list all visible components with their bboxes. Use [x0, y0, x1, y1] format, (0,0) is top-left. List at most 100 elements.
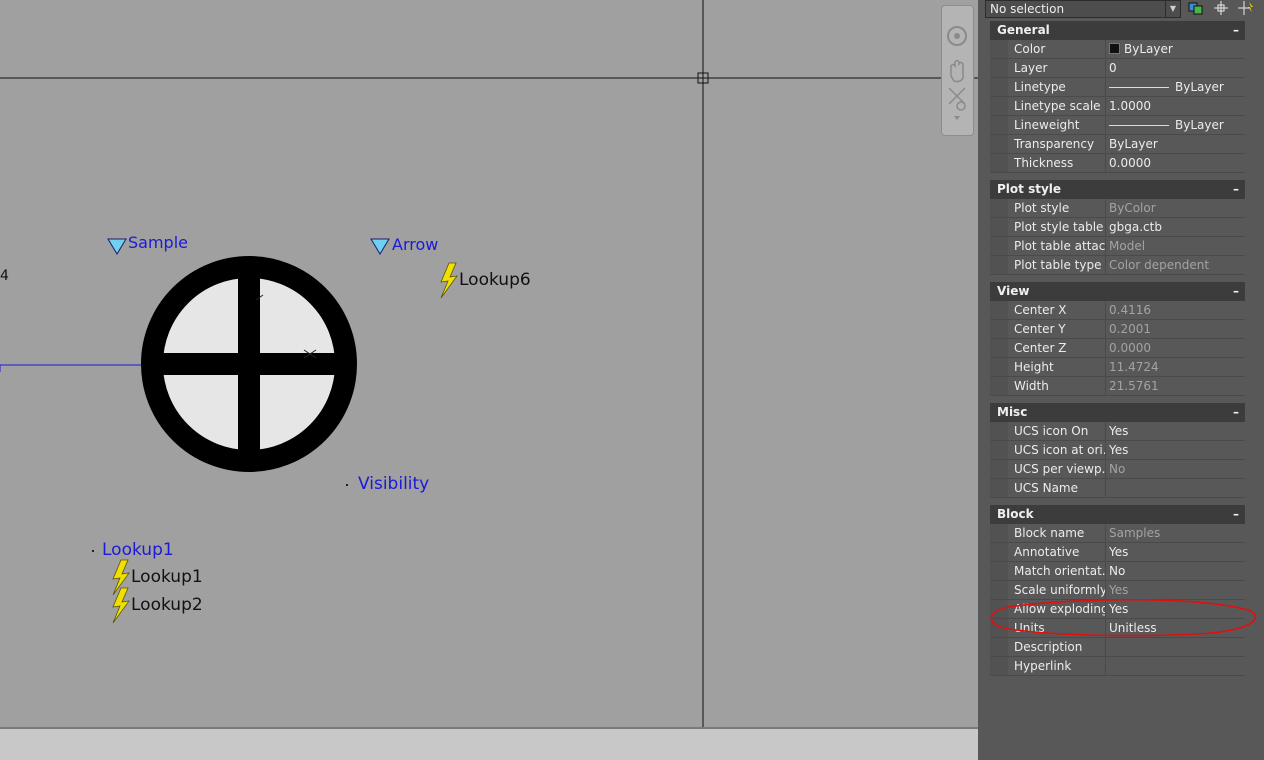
property-row-linetype-scale[interactable]: Linetype scale 1.0000	[990, 97, 1245, 116]
property-row-layer[interactable]: Layer 0	[990, 59, 1245, 78]
property-row-transparency[interactable]: Transparency ByLayer	[990, 135, 1245, 154]
collapse-toggle-icon[interactable]: –	[1233, 282, 1239, 301]
line-preview	[1109, 87, 1169, 88]
property-row-center-y[interactable]: Center Y 0.2001	[990, 320, 1245, 339]
property-name: Units	[1008, 619, 1106, 637]
canvas-drawing	[0, 0, 978, 727]
navigation-bar[interactable]	[941, 5, 974, 136]
property-row-lineweight[interactable]: Lineweight ByLayer	[990, 116, 1245, 135]
property-name: Linetype	[1008, 78, 1106, 96]
property-value[interactable]: 0.0000	[1106, 154, 1245, 172]
row-gutter	[990, 78, 1008, 96]
property-row-plot-table-attac[interactable]: Plot table attac...Model	[990, 237, 1245, 256]
property-row-scale-uniformly[interactable]: Scale uniformly Yes	[990, 581, 1245, 600]
group-header-block[interactable]: Block –	[990, 505, 1245, 524]
row-gutter	[990, 479, 1008, 497]
property-row-plot-style[interactable]: Plot style ByColor	[990, 199, 1245, 218]
property-row-ucs-name[interactable]: UCS Name	[990, 479, 1245, 498]
property-name: Linetype scale	[1008, 97, 1106, 115]
property-row-annotative[interactable]: Annotative Yes	[990, 543, 1245, 562]
arrow-parameter-label[interactable]: Arrow	[392, 235, 438, 254]
row-gutter	[990, 377, 1008, 395]
property-row-ucs-icon-at-ori[interactable]: UCS icon at ori... Yes	[990, 441, 1245, 460]
selection-dropdown[interactable]: No selection ▼	[985, 0, 1181, 18]
property-row-width[interactable]: Width 21.5761	[990, 377, 1245, 396]
property-value-text: Yes	[1109, 443, 1129, 457]
visibility-parameter-label[interactable]: Visibility	[358, 474, 429, 494]
property-name: UCS Name	[1008, 479, 1106, 497]
property-value[interactable]: Yes	[1106, 422, 1245, 440]
chevron-down-icon[interactable]: ▼	[1165, 1, 1180, 17]
property-value-text: gbga.ctb	[1109, 220, 1162, 234]
circle-cross-symbol	[141, 256, 357, 472]
group-title: Plot style	[997, 182, 1062, 196]
lookup2-action-label[interactable]: Lookup2	[131, 595, 203, 615]
nav-dropdown-icon	[954, 116, 960, 120]
pan-hand-icon[interactable]	[950, 59, 964, 83]
property-row-center-z[interactable]: Center Z 0.0000	[990, 339, 1245, 358]
lookup1-action-label[interactable]: Lookup1	[131, 567, 203, 587]
property-row-allow-exploding[interactable]: Allow exploding Yes	[990, 600, 1245, 619]
property-value[interactable]: ByLayer	[1106, 135, 1245, 153]
property-row-thickness[interactable]: Thickness 0.0000	[990, 154, 1245, 173]
property-name: Plot style table	[1008, 218, 1106, 236]
property-row-hyperlink[interactable]: Hyperlink	[990, 657, 1245, 676]
property-name: Allow exploding	[1008, 600, 1106, 618]
property-value[interactable]	[1106, 479, 1245, 497]
toggle-pickadd-icon[interactable]	[1187, 0, 1205, 16]
property-name: Center Z	[1008, 339, 1106, 357]
property-name: Block name	[1008, 524, 1106, 542]
property-value: Yes	[1106, 581, 1245, 599]
group-header-plot-style[interactable]: Plot style –	[990, 180, 1245, 199]
property-row-units[interactable]: Units Unitless	[990, 619, 1245, 638]
group-header-view[interactable]: View –	[990, 282, 1245, 301]
property-row-plot-style-table[interactable]: Plot style table gbga.ctb	[990, 218, 1245, 237]
collapse-toggle-icon[interactable]: –	[1233, 21, 1239, 40]
sample-parameter-label[interactable]: Sample	[128, 233, 188, 252]
property-row-description[interactable]: Description	[990, 638, 1245, 657]
row-gutter	[990, 581, 1008, 599]
property-value[interactable]: ByLayer	[1106, 40, 1245, 58]
property-value[interactable]: Yes	[1106, 600, 1245, 618]
property-row-plot-table-type[interactable]: Plot table type Color dependent	[990, 256, 1245, 275]
property-value[interactable]: gbga.ctb	[1106, 218, 1245, 236]
property-row-linetype[interactable]: Linetype ByLayer	[990, 78, 1245, 97]
zoom-extents-icon[interactable]	[948, 87, 966, 111]
row-gutter	[990, 543, 1008, 561]
property-name: Lineweight	[1008, 116, 1106, 134]
group-header-general[interactable]: General –	[990, 21, 1245, 40]
row-gutter	[990, 657, 1008, 675]
group-header-misc[interactable]: Misc –	[990, 403, 1245, 422]
drawing-canvas[interactable]: 4 Sample Arrow Lookup6 Visibility Lookup…	[0, 0, 978, 727]
property-value-text: ByLayer	[1175, 80, 1224, 94]
property-value[interactable]: 1.0000	[1106, 97, 1245, 115]
collapse-toggle-icon[interactable]: –	[1233, 505, 1239, 524]
lookup6-action-label[interactable]: Lookup6	[459, 270, 531, 290]
collapse-toggle-icon[interactable]: –	[1233, 180, 1239, 199]
property-value[interactable]: ByLayer	[1106, 116, 1245, 134]
property-row-match-orientat[interactable]: Match orientat... No	[990, 562, 1245, 581]
property-value[interactable]: Unitless	[1106, 619, 1245, 637]
property-row-ucs-per-viewp[interactable]: UCS per viewp... No	[990, 460, 1245, 479]
lookup1-parameter-label[interactable]: Lookup1	[102, 540, 174, 560]
property-row-height[interactable]: Height 11.4724	[990, 358, 1245, 377]
property-row-color[interactable]: Color ByLayer	[990, 40, 1245, 59]
property-row-ucs-icon-on[interactable]: UCS icon On Yes	[990, 422, 1245, 441]
property-value[interactable]: No	[1106, 562, 1245, 580]
color-swatch	[1109, 43, 1120, 54]
collapse-toggle-icon[interactable]: –	[1233, 403, 1239, 422]
property-value[interactable]	[1106, 638, 1245, 656]
property-value[interactable]: ByLayer	[1106, 78, 1245, 96]
select-objects-icon[interactable]	[1212, 0, 1230, 16]
row-gutter	[990, 301, 1008, 319]
property-row-center-x[interactable]: Center X 0.4116	[990, 301, 1245, 320]
property-name: Transparency	[1008, 135, 1106, 153]
steering-wheel-icon[interactable]	[947, 26, 967, 46]
property-value-text: Model	[1109, 239, 1146, 253]
property-row-block-name[interactable]: Block name Samples	[990, 524, 1245, 543]
property-value[interactable]: 0	[1106, 59, 1245, 77]
quick-select-icon[interactable]	[1237, 0, 1255, 16]
property-value[interactable]: Yes	[1106, 441, 1245, 459]
property-value[interactable]: Yes	[1106, 543, 1245, 561]
property-value[interactable]	[1106, 657, 1245, 675]
